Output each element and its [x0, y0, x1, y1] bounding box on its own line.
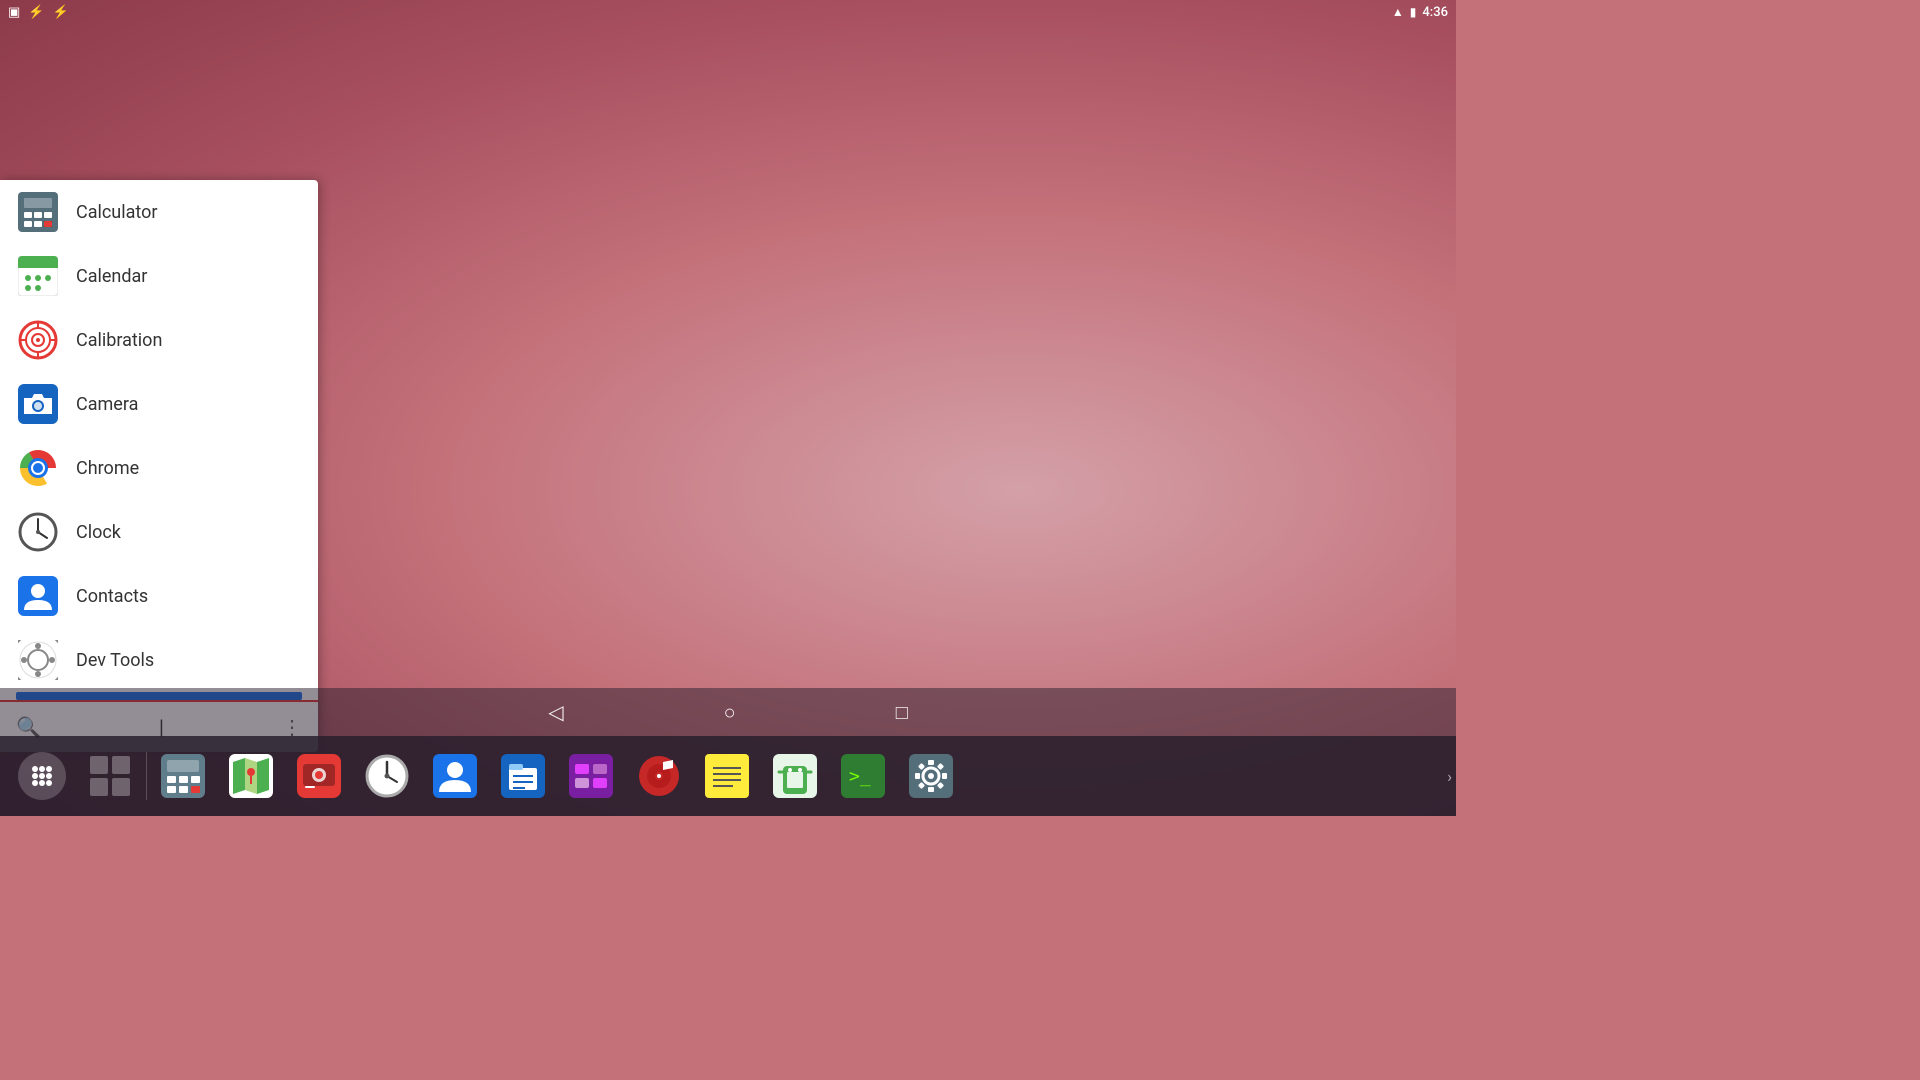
taskbar-contacts-icon	[433, 754, 477, 798]
status-left-icons: ▣ ⚡ ⚡	[8, 5, 69, 20]
taskbar-screencap-icon	[297, 754, 341, 798]
taskbar-files[interactable]	[489, 742, 557, 810]
grid-icon	[88, 754, 132, 798]
app-drawer: Calculator Calendar	[0, 180, 318, 752]
calendar-label: Calendar	[76, 266, 147, 287]
clock-icon	[16, 510, 60, 554]
taskbar-calculator[interactable]	[149, 742, 217, 810]
contacts-label: Contacts	[76, 586, 148, 607]
taskbar-music-icon	[637, 754, 681, 798]
taskbar-terminal-icon: >_	[841, 754, 885, 798]
app-item-camera[interactable]: Camera	[0, 372, 318, 436]
taskbar-notes[interactable]	[693, 742, 761, 810]
taskbar-maps[interactable]	[217, 742, 285, 810]
calculator-label: Calculator	[76, 202, 157, 223]
taskbar-settings-icon	[909, 754, 953, 798]
taskbar-right-arrow[interactable]: ›	[1447, 767, 1452, 786]
taskbar-gallery-icon	[569, 754, 613, 798]
camera-icon	[16, 382, 60, 426]
calibration-icon	[16, 318, 60, 362]
app-item-devtools[interactable]: Dev Tools	[0, 628, 318, 692]
taskbar-music[interactable]	[625, 742, 693, 810]
taskbar-gallery[interactable]	[557, 742, 625, 810]
calibration-label: Calibration	[76, 330, 162, 351]
camera-label: Camera	[76, 394, 138, 415]
svg-text:>_: >_	[849, 766, 871, 787]
status-time: 4:36	[1422, 5, 1448, 20]
taskbar-contacts[interactable]	[421, 742, 489, 810]
app-item-calendar[interactable]: Calendar	[0, 244, 318, 308]
app-list: Calculator Calendar	[0, 180, 318, 700]
home-button[interactable]: ○	[724, 700, 736, 725]
taskbar-terminal[interactable]: >_	[829, 742, 897, 810]
taskbar-clock-icon	[365, 754, 409, 798]
app-item-chrome[interactable]: Chrome	[0, 436, 318, 500]
taskbar-app-drawer[interactable]	[8, 742, 76, 810]
devtools-icon	[16, 638, 60, 682]
taskbar-android-icon	[773, 754, 817, 798]
app-item-contacts[interactable]: Contacts	[0, 564, 318, 628]
usb2-icon: ⚡	[52, 5, 68, 20]
recents-button[interactable]: □	[896, 700, 908, 725]
taskbar-divider-1	[146, 752, 147, 800]
calendar-icon	[16, 254, 60, 298]
screen-icon: ▣	[8, 5, 20, 20]
taskbar-settings[interactable]	[897, 742, 965, 810]
taskbar-calc-icon	[161, 754, 205, 798]
taskbar-android[interactable]	[761, 742, 829, 810]
app-item-clock[interactable]: Clock	[0, 500, 318, 564]
chrome-label: Chrome	[76, 458, 139, 479]
back-button[interactable]: ◁	[548, 700, 563, 724]
contacts-icon	[16, 574, 60, 618]
taskbar: >_ ›	[0, 736, 1456, 816]
nav-bar: ◁ ○ □	[0, 688, 1456, 736]
taskbar-files-icon	[501, 754, 545, 798]
calculator-icon	[16, 190, 60, 234]
devtools-label: Dev Tools	[76, 650, 154, 671]
taskbar-notes-icon	[705, 754, 749, 798]
clock-label: Clock	[76, 522, 121, 543]
battery-icon: ▮	[1410, 5, 1417, 19]
app-drawer-icon	[18, 752, 66, 800]
taskbar-map-icon	[229, 754, 273, 798]
taskbar-grid[interactable]	[76, 742, 144, 810]
taskbar-screencap[interactable]	[285, 742, 353, 810]
app-item-calculator[interactable]: Calculator	[0, 180, 318, 244]
status-right-icons: ▲ ▮ 4:36	[1392, 5, 1448, 20]
app-item-calibration[interactable]: Calibration	[0, 308, 318, 372]
taskbar-clock[interactable]	[353, 742, 421, 810]
wifi-icon: ▲	[1392, 5, 1404, 19]
usb-icon: ⚡	[28, 5, 44, 20]
chrome-icon	[16, 446, 60, 490]
status-bar: ▣ ⚡ ⚡ ▲ ▮ 4:36	[0, 0, 1456, 24]
